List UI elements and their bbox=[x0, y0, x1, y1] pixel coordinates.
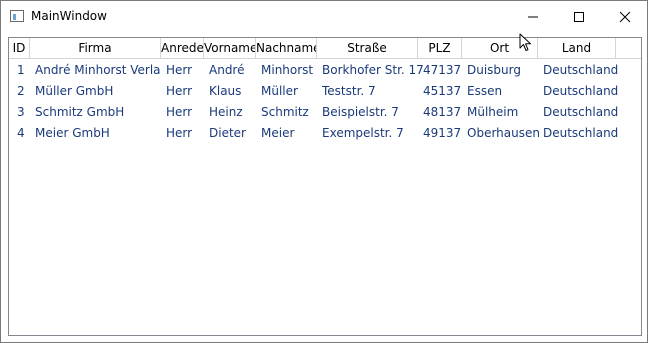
cell-anrede[interactable]: Herr bbox=[161, 102, 204, 123]
cell-ort[interactable]: Oberhausen bbox=[462, 123, 542, 144]
cell-land[interactable]: Deutschland bbox=[538, 102, 628, 123]
cell-firma[interactable]: Meier GmbH bbox=[30, 123, 161, 144]
table-row[interactable]: 1 André Minhorst Verlag Herr André Minho… bbox=[9, 60, 641, 81]
column-header-nachname[interactable]: Nachname bbox=[256, 38, 317, 58]
cell-strasse[interactable]: Teststr. 7 bbox=[317, 81, 425, 102]
cell-strasse[interactable]: Borkhofer Str. 17 bbox=[317, 60, 425, 81]
column-header-id[interactable]: ID bbox=[9, 38, 30, 58]
column-header-plz[interactable]: PLZ bbox=[418, 38, 462, 58]
main-window: MainWindow ID Firma Anrede Vorname Nachn… bbox=[0, 0, 648, 343]
cell-nachname[interactable]: Minhorst bbox=[256, 60, 317, 81]
close-button[interactable] bbox=[602, 1, 648, 32]
table-row[interactable]: 2 Müller GmbH Herr Klaus Müller Teststr.… bbox=[9, 81, 641, 102]
grid-header: ID Firma Anrede Vorname Nachname Straße … bbox=[9, 38, 641, 59]
cell-id[interactable]: 2 bbox=[12, 81, 30, 102]
column-header-vorname[interactable]: Vorname bbox=[204, 38, 256, 58]
column-header-anrede[interactable]: Anrede bbox=[161, 38, 204, 58]
cell-id[interactable]: 3 bbox=[12, 102, 30, 123]
cell-id[interactable]: 4 bbox=[12, 123, 30, 144]
maximize-button[interactable] bbox=[556, 1, 602, 32]
cell-land[interactable]: Deutschland bbox=[538, 123, 628, 144]
cell-vorname[interactable]: Klaus bbox=[204, 81, 256, 102]
cell-plz[interactable]: 49137 bbox=[418, 123, 462, 144]
cell-anrede[interactable]: Herr bbox=[161, 123, 204, 144]
window-title: MainWindow bbox=[31, 9, 107, 23]
cell-nachname[interactable]: Müller bbox=[256, 81, 317, 102]
cell-plz[interactable]: 47137 bbox=[418, 60, 462, 81]
minimize-icon bbox=[528, 16, 538, 18]
cell-anrede[interactable]: Herr bbox=[161, 60, 204, 81]
cell-plz[interactable]: 48137 bbox=[418, 102, 462, 123]
cell-ort[interactable]: Mülheim bbox=[462, 102, 542, 123]
cell-plz[interactable]: 45137 bbox=[418, 81, 462, 102]
cell-id[interactable]: 1 bbox=[12, 60, 30, 81]
cell-strasse[interactable]: Exempelstr. 7 bbox=[317, 123, 425, 144]
column-header-land[interactable]: Land bbox=[538, 38, 616, 58]
cell-anrede[interactable]: Herr bbox=[161, 81, 204, 102]
maximize-icon bbox=[574, 12, 584, 22]
cell-vorname[interactable]: Heinz bbox=[204, 102, 256, 123]
cell-ort[interactable]: Essen bbox=[462, 81, 542, 102]
window-app-icon bbox=[10, 10, 24, 22]
column-header-firma[interactable]: Firma bbox=[30, 38, 161, 58]
cell-firma[interactable]: Schmitz GmbH bbox=[30, 102, 161, 123]
table-row[interactable]: 3 Schmitz GmbH Herr Heinz Schmitz Beispi… bbox=[9, 102, 641, 123]
cell-vorname[interactable]: Dieter bbox=[204, 123, 256, 144]
title-bar[interactable]: MainWindow bbox=[1, 1, 647, 32]
cell-land[interactable]: Deutschland bbox=[538, 60, 628, 81]
cell-strasse[interactable]: Beispielstr. 7 bbox=[317, 102, 425, 123]
close-icon bbox=[619, 11, 631, 23]
mouse-pointer-icon bbox=[519, 33, 531, 51]
cell-land[interactable]: Deutschland bbox=[538, 81, 628, 102]
cell-nachname[interactable]: Meier bbox=[256, 123, 317, 144]
minimize-button[interactable] bbox=[510, 1, 556, 32]
cell-nachname[interactable]: Schmitz bbox=[256, 102, 317, 123]
cell-vorname[interactable]: André bbox=[204, 60, 256, 81]
cell-firma[interactable]: Müller GmbH bbox=[30, 81, 161, 102]
table-row[interactable]: 4 Meier GmbH Herr Dieter Meier Exempelst… bbox=[9, 123, 641, 144]
cell-firma[interactable]: André Minhorst Verlag bbox=[30, 60, 161, 81]
column-header-strasse[interactable]: Straße bbox=[317, 38, 418, 58]
grid-rows: 1 André Minhorst Verlag Herr André Minho… bbox=[9, 60, 641, 144]
cell-ort[interactable]: Duisburg bbox=[462, 60, 542, 81]
data-grid[interactable]: ID Firma Anrede Vorname Nachname Straße … bbox=[8, 37, 642, 336]
